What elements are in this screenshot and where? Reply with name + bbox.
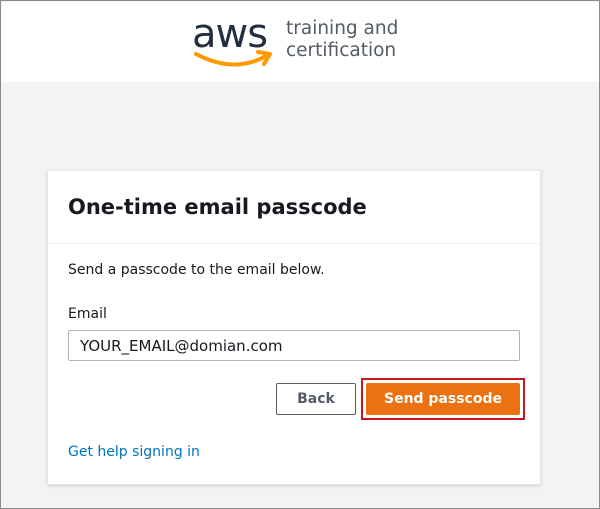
page-title: One-time email passcode	[68, 195, 367, 219]
logo-tagline-line1: training and	[286, 18, 399, 39]
send-passcode-button[interactable]: Send passcode	[366, 383, 520, 415]
header: aws training and certification	[2, 2, 599, 82]
help-signin-link[interactable]: Get help signing in	[68, 444, 200, 460]
send-passcode-highlight: Send passcode	[361, 378, 525, 420]
card-header: One-time email passcode	[48, 171, 540, 244]
smile-icon	[194, 50, 272, 67]
logo-tagline-line2: certification	[286, 40, 397, 61]
passcode-card: One-time email passcode Send a passcode …	[47, 170, 541, 485]
aws-logo: aws training and certification	[192, 12, 412, 72]
back-button[interactable]: Back	[276, 383, 356, 415]
email-field[interactable]	[68, 330, 520, 361]
logo-tagline: training and certification	[286, 18, 398, 62]
email-label: Email	[68, 306, 107, 322]
intro-text: Send a passcode to the email below.	[68, 262, 325, 278]
page-frame: aws training and certification One-time …	[0, 0, 600, 509]
